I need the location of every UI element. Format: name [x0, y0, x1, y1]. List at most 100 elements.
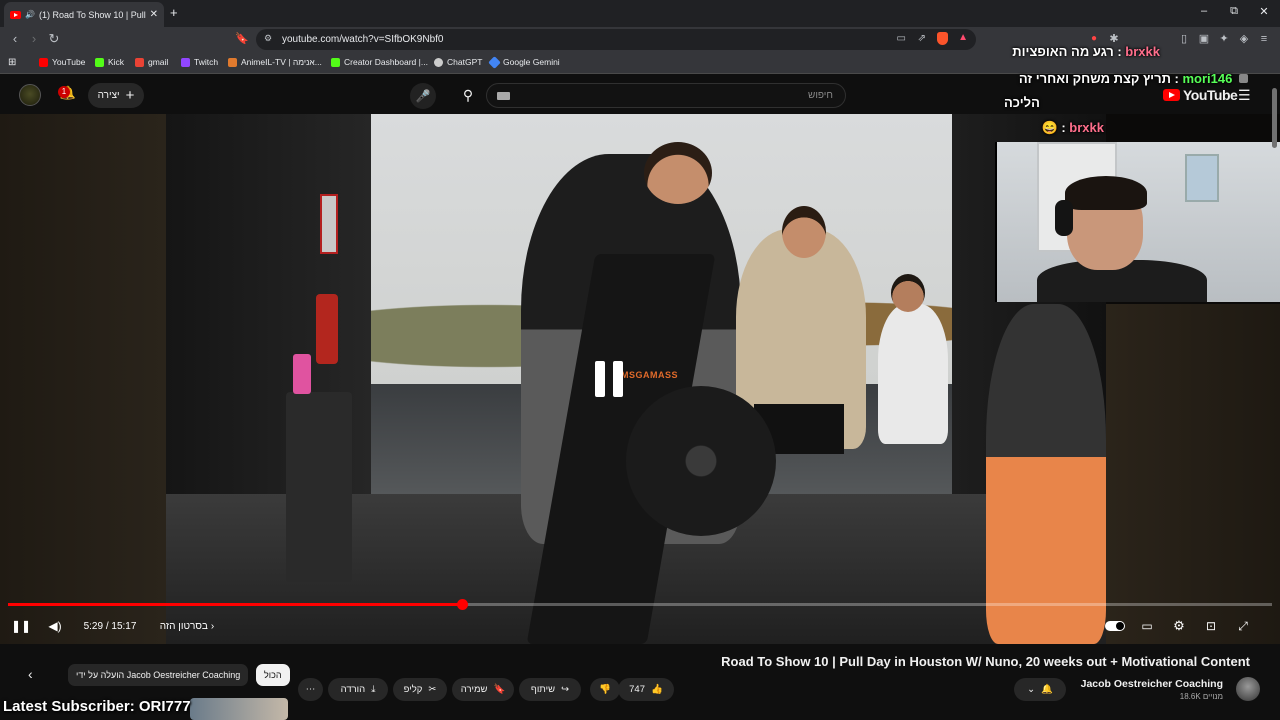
bookmark-youtube[interactable]: YouTube: [39, 57, 85, 67]
share-button[interactable]: שיתוף ↪: [519, 678, 581, 701]
related-video-thumbnail[interactable]: [190, 698, 288, 720]
speaker-icon: 🔊: [25, 10, 35, 19]
bookmark-icon: 🔖: [493, 684, 506, 695]
pause-icon[interactable]: ❚❚: [11, 616, 31, 636]
animeil-icon: [228, 57, 237, 67]
brave-shield-icon[interactable]: [937, 32, 948, 45]
bookmark-creator-dashboard[interactable]: Creator Dashboard |...: [331, 57, 428, 67]
chip-all[interactable]: הכול: [256, 664, 290, 686]
browser-tab[interactable]: 🔊 (1) Road To Show 10 | Pull Da ✕: [4, 2, 164, 27]
tab-title: (1) Road To Show 10 | Pull Da: [38, 9, 146, 20]
autoplay-toggle[interactable]: [1104, 616, 1126, 636]
kick-icon: [95, 57, 104, 67]
address-bar[interactable]: ⚙ youtube.com/watch?v=SIfbOK9Nbf0 ▭ ⇗ ▲: [256, 29, 976, 50]
pause-overlay-icon[interactable]: [595, 361, 625, 397]
streamer-webcam-overlay: [995, 142, 1280, 302]
channel-name[interactable]: Jacob Oestreicher Coaching: [1081, 678, 1223, 690]
lifter-head: [644, 142, 712, 204]
chat-message-2-wrap: הליכה: [1004, 95, 1040, 110]
vpn-icon[interactable]: ◈: [1236, 32, 1252, 46]
restore-icon[interactable]: ⧉: [1224, 5, 1244, 18]
fire-sign: [320, 194, 338, 254]
video-frame: MSGAMASS: [166, 114, 1106, 644]
chat-username: brxkk: [1069, 120, 1104, 135]
ai-icon[interactable]: ✦: [1216, 32, 1232, 46]
chapter-button[interactable]: בסרטון הזה ›: [158, 616, 216, 636]
forward-icon[interactable]: ›: [26, 32, 42, 46]
youtube-favicon-icon: [10, 10, 21, 19]
bookmark-animeil[interactable]: AnimeIL-TV | אנימה...: [228, 57, 322, 67]
account-avatar[interactable]: [19, 84, 41, 106]
sidebar-icon[interactable]: ▯: [1176, 32, 1192, 46]
msgamass-brand: MSGAMASS: [621, 370, 679, 380]
brave-rewards-icon[interactable]: ▲: [958, 32, 968, 43]
twitch-icon: [181, 57, 190, 67]
bell-icon: 🔔: [1041, 684, 1053, 695]
person-orange-pants: [986, 304, 1106, 644]
chat-separator: :: [1174, 71, 1183, 86]
person-white-shirt-head: [891, 274, 925, 312]
download-button[interactable]: הורדה ⤓: [328, 678, 388, 701]
dislike-button[interactable]: 👎: [590, 678, 620, 701]
bookmark-chatgpt[interactable]: ChatGPT: [434, 57, 482, 67]
voice-search-icon[interactable]: 🎤: [410, 83, 436, 109]
video-right-pillar: [1106, 304, 1280, 644]
search-icon[interactable]: ⚲: [452, 83, 484, 108]
webcam-hair: [1065, 176, 1147, 210]
video-title: Road To Show 10 | Pull Day in Houston W/…: [721, 654, 1250, 669]
chat-message-1: רגע מה האופציות : brxkk: [1012, 44, 1160, 59]
new-tab-icon[interactable]: +: [170, 5, 178, 20]
person-white-shirt: [878, 304, 948, 444]
subscribed-button[interactable]: ⌄ 🔔: [1014, 678, 1066, 701]
volume-icon[interactable]: ◀): [46, 616, 64, 636]
reload-icon[interactable]: ↻: [46, 32, 62, 46]
settings-gear-icon[interactable]: ⚙: [1170, 616, 1188, 636]
fire-extinguisher: [316, 294, 338, 364]
youtube-logo[interactable]: YouTube: [1163, 87, 1238, 103]
chevron-down-icon: ⌄: [1027, 684, 1036, 695]
channel-avatar[interactable]: [1236, 677, 1260, 701]
save-button[interactable]: שמירה 🔖: [452, 678, 514, 701]
progress-bar[interactable]: [8, 599, 1272, 610]
create-button[interactable]: יצירה +: [88, 83, 144, 108]
minimize-icon[interactable]: –: [1194, 5, 1214, 17]
chip-scroll-left-icon[interactable]: ‹: [28, 666, 33, 682]
bookmark-gemini[interactable]: Google Gemini: [488, 55, 560, 69]
hamburger-menu-icon[interactable]: ☰: [1238, 87, 1251, 104]
page-scrollbar[interactable]: [1272, 88, 1277, 148]
kick-icon: [331, 57, 340, 67]
cast-icon[interactable]: ▭: [897, 33, 906, 44]
share-page-icon[interactable]: ⇗: [918, 33, 926, 44]
site-info-icon[interactable]: ⚙: [264, 33, 272, 44]
clip-button[interactable]: קליפ ✂: [393, 678, 447, 701]
chat-message-2: תריץ קצת משחק ואחרי זה : mori146: [1019, 71, 1248, 86]
tab-close-icon[interactable]: ✕: [150, 9, 158, 20]
webcam-poster: [1185, 154, 1219, 202]
chip-uploaded-by[interactable]: הועלה על ידי Jacob Oestreicher Coaching: [68, 664, 249, 686]
keyboard-icon[interactable]: [497, 92, 510, 100]
apps-grid-icon[interactable]: ⊞: [8, 57, 16, 68]
close-icon[interactable]: ✕: [1254, 5, 1274, 18]
miniplayer-icon[interactable]: ⊡: [1202, 616, 1220, 636]
subtitles-icon[interactable]: ▭: [1138, 616, 1156, 636]
browser-tab-strip: 🔊 (1) Road To Show 10 | Pull Da ✕ + – ⧉ …: [0, 0, 1280, 27]
like-button[interactable]: 747 👍: [618, 678, 674, 701]
notification-count-badge: 1: [58, 86, 70, 98]
progress-bar-played: [8, 603, 462, 606]
pause-bar-right: [613, 361, 623, 397]
progress-scrubber-handle[interactable]: [457, 599, 468, 610]
bookmark-twitch[interactable]: Twitch: [181, 57, 218, 67]
bookmark-kick[interactable]: Kick: [95, 57, 124, 67]
more-actions-icon[interactable]: ⋯: [298, 678, 323, 701]
chat-message-text: תריץ קצת משחק ואחרי זה: [1018, 71, 1171, 86]
fullscreen-icon[interactable]: ⤢: [1234, 616, 1252, 636]
youtube-icon: [39, 57, 48, 67]
scissors-icon: ✂: [428, 684, 437, 695]
bookmark-page-icon[interactable]: 🔖: [234, 32, 250, 46]
bookmark-gmail[interactable]: gmail: [135, 57, 168, 67]
back-icon[interactable]: ‹: [7, 32, 23, 46]
wallet-icon[interactable]: ▣: [1196, 32, 1212, 46]
autoplay-toggle-track: [1105, 621, 1125, 631]
menu-icon[interactable]: ≡: [1256, 32, 1272, 46]
search-input[interactable]: חיפוש: [486, 83, 846, 108]
